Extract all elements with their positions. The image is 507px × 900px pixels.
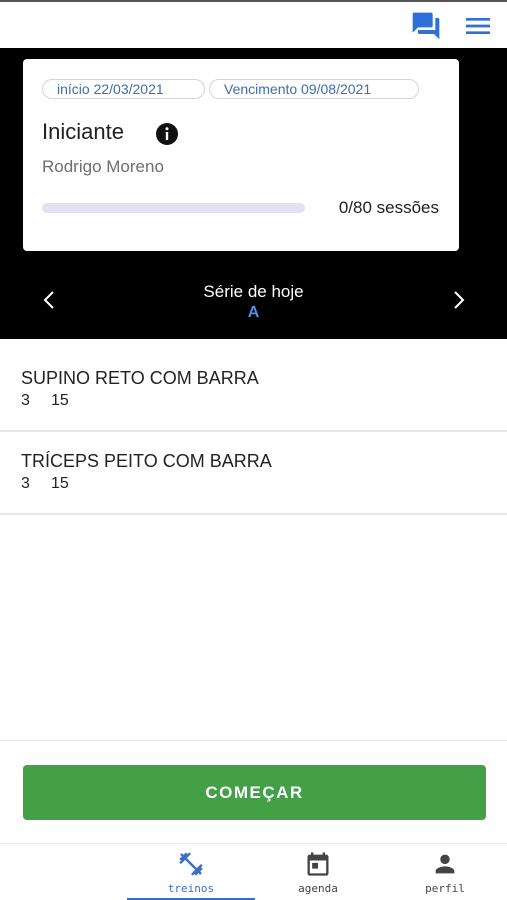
series-title: Série de hoje bbox=[203, 282, 304, 301]
nav-label: agenda bbox=[298, 882, 338, 895]
sessions-progress-bar bbox=[42, 203, 305, 213]
exercise-sets: 3 bbox=[21, 392, 30, 409]
trainer-name: Rodrigo Moreno bbox=[42, 157, 164, 176]
exercise-name: SUPINO RETO COM BARRA bbox=[21, 368, 259, 388]
start-date-chip: início 22/03/2021 bbox=[42, 79, 205, 99]
exercise-name: TRÍCEPS PEITO COM BARRA bbox=[21, 451, 272, 471]
exercise-sets: 3 bbox=[21, 475, 30, 492]
chat-bubbles-icon bbox=[412, 12, 440, 40]
plan-card: início 22/03/2021 Vencimento 09/08/2021 … bbox=[23, 59, 459, 251]
sessions-progress-label: 0/80 sessões bbox=[338, 198, 439, 217]
top-app-bar bbox=[0, 0, 507, 48]
plan-title: Iniciante bbox=[42, 119, 124, 144]
nav-label: treinos bbox=[167, 882, 215, 895]
nav-label: perfil bbox=[425, 882, 465, 895]
chat-button[interactable] bbox=[410, 10, 442, 42]
hamburger-menu-icon bbox=[466, 18, 490, 34]
bottom-navigation: treinos agenda perfil bbox=[0, 843, 507, 900]
exercise-item[interactable]: SUPINO RETO COM BARRA 3 15 bbox=[0, 350, 507, 432]
menu-button[interactable] bbox=[462, 10, 494, 42]
exercise-reps: 15 bbox=[51, 475, 69, 492]
nav-item-agenda[interactable]: agenda bbox=[254, 844, 382, 900]
start-workout-button[interactable]: COMEÇAR bbox=[23, 765, 486, 820]
exercise-reps: 15 bbox=[51, 392, 69, 409]
plan-hero: início 22/03/2021 Vencimento 09/08/2021 … bbox=[0, 48, 507, 339]
dumbbell-icon bbox=[179, 852, 203, 876]
calendar-icon bbox=[307, 852, 329, 876]
exercise-item[interactable]: TRÍCEPS PEITO COM BARRA 3 15 bbox=[0, 433, 507, 515]
divider bbox=[0, 740, 507, 741]
chevron-right-icon[interactable] bbox=[446, 288, 470, 312]
info-icon[interactable] bbox=[155, 122, 179, 146]
due-date-chip: Vencimento 09/08/2021 bbox=[209, 79, 419, 99]
person-icon bbox=[435, 854, 455, 874]
series-letter: A bbox=[247, 304, 260, 321]
nav-item-perfil[interactable]: perfil bbox=[381, 844, 507, 900]
nav-item-treinos[interactable]: treinos bbox=[127, 844, 255, 900]
